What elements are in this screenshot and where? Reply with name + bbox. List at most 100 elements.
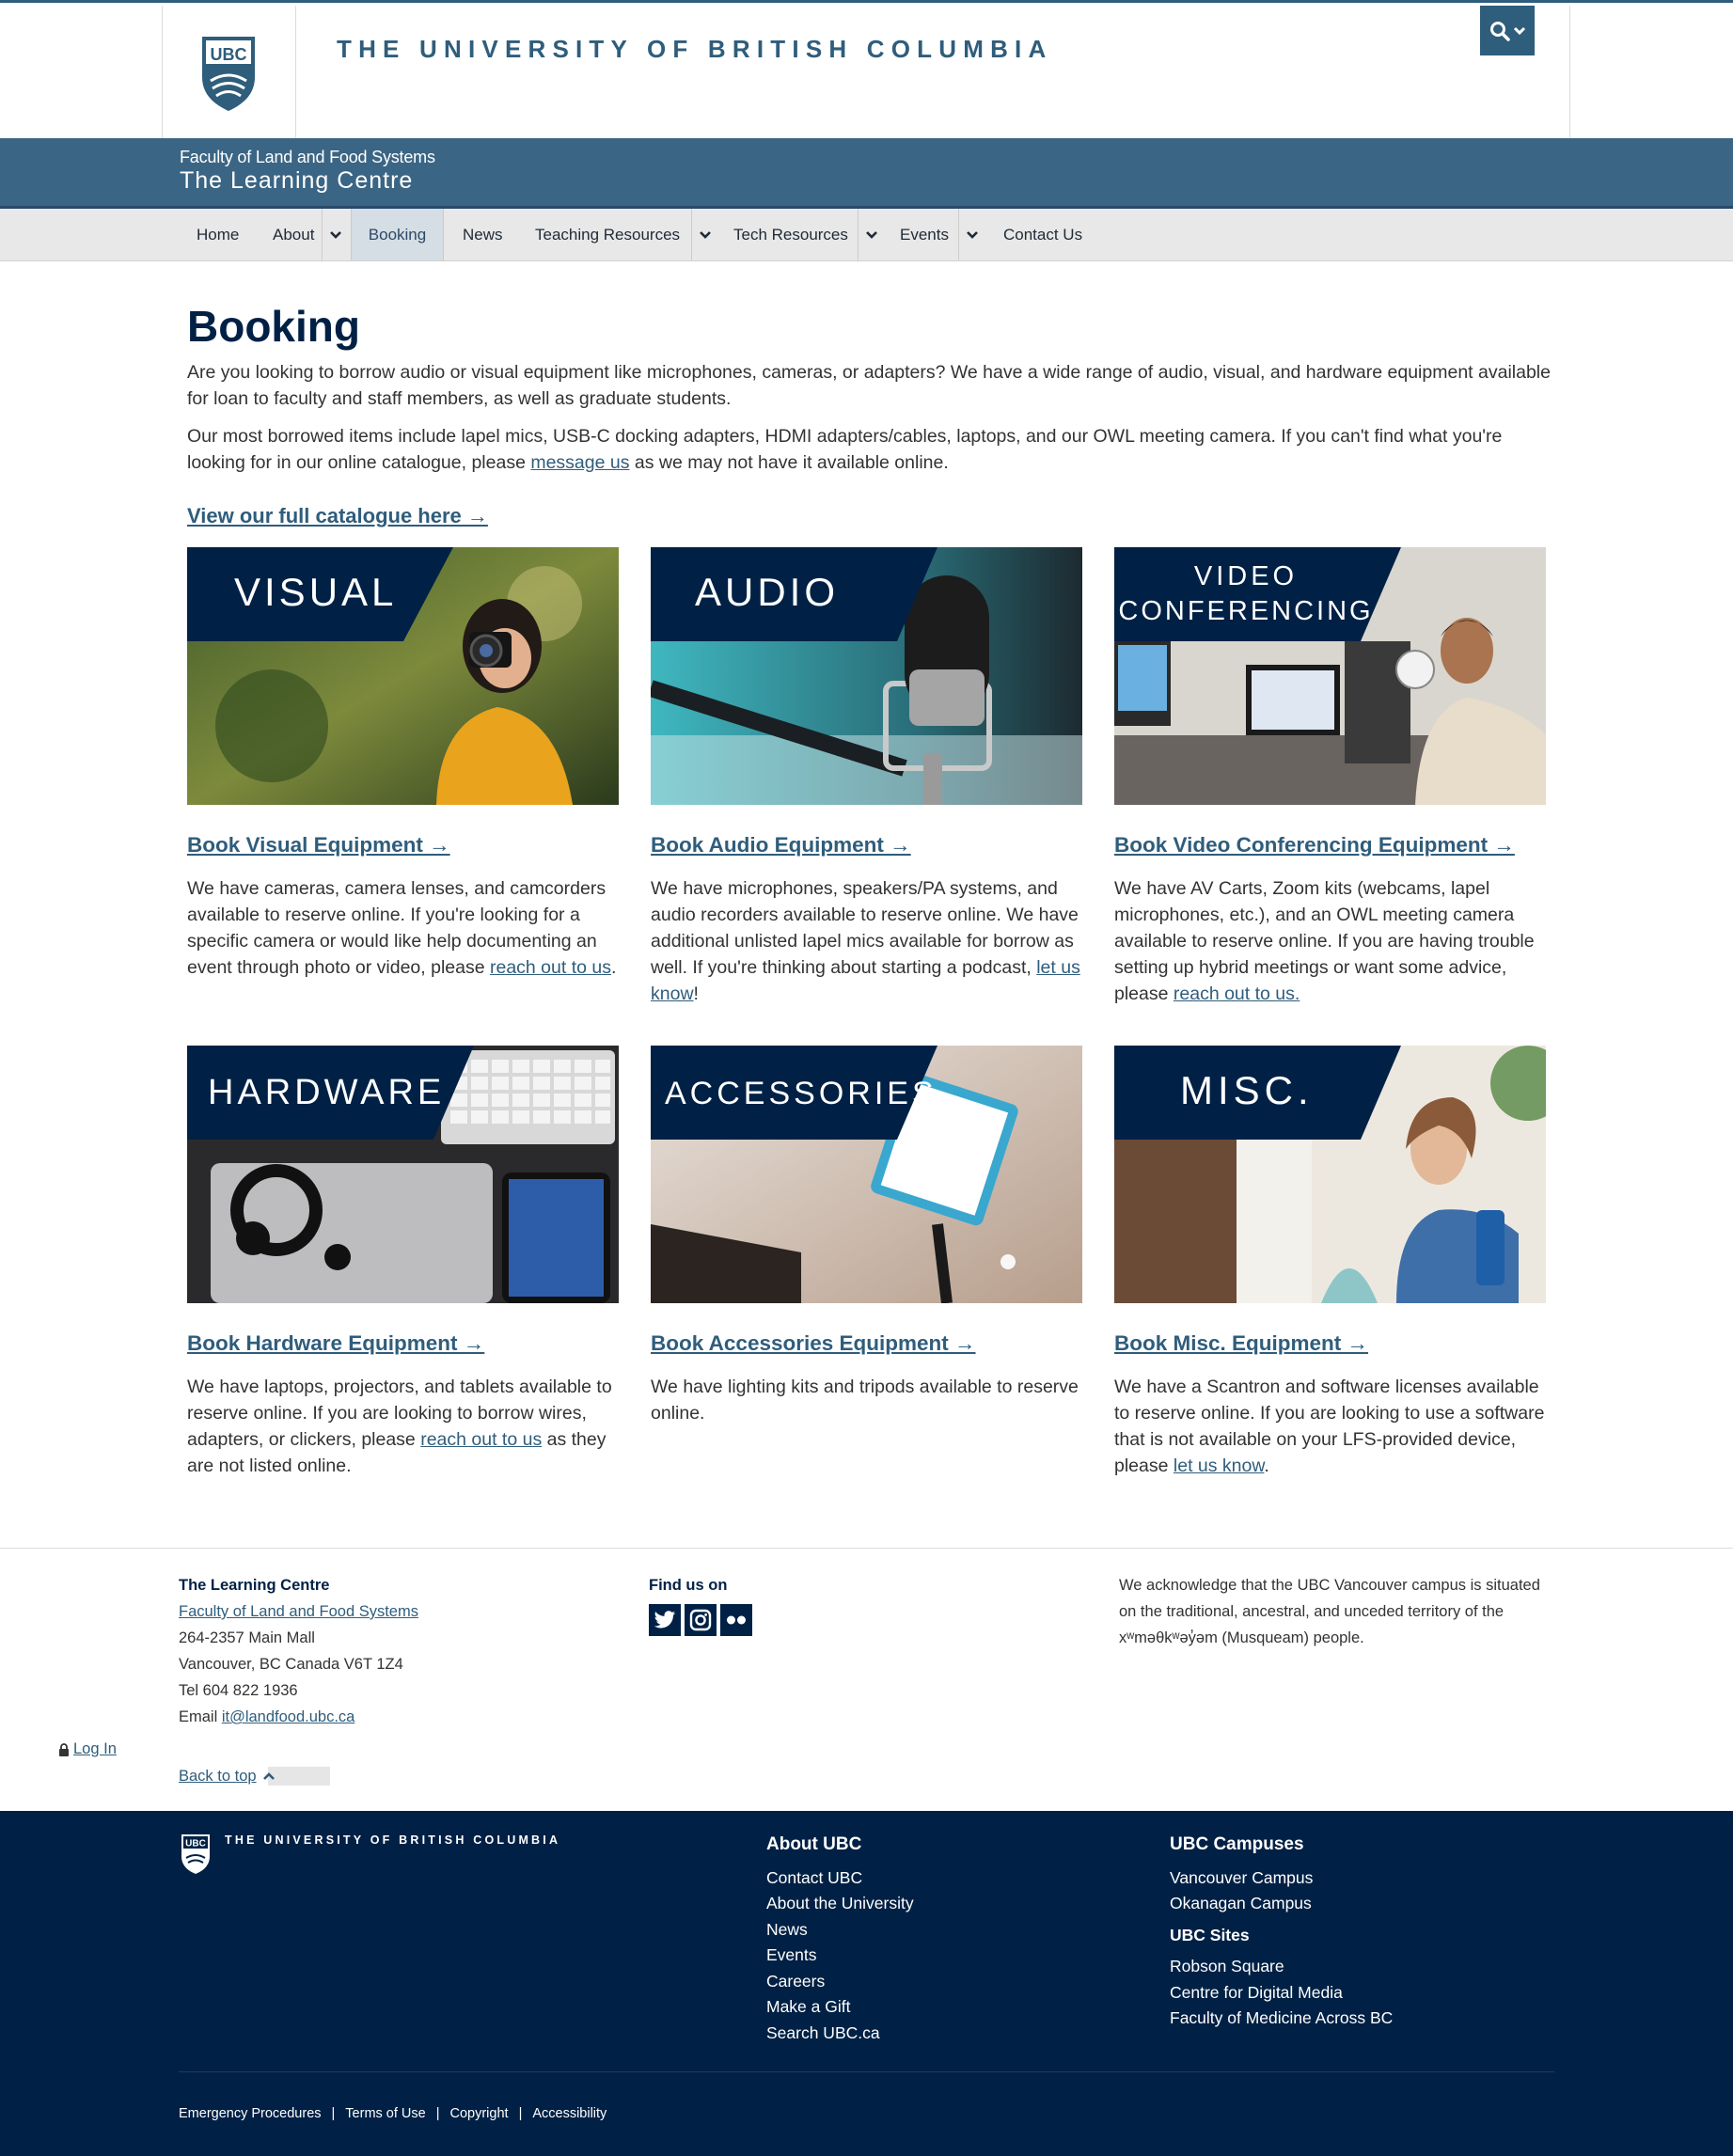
footer-link-events[interactable]: Events <box>766 1943 914 1969</box>
chevron-down-icon <box>699 230 711 239</box>
find-us-heading: Find us on <box>649 1577 728 1594</box>
ubc-global-header: UBC THE UNIVERSITY OF BRITISH COLUMBIA <box>0 0 1733 141</box>
audio-description-text: We have microphones, speakers/PA systems… <box>651 878 1079 978</box>
nav-news[interactable]: News <box>463 209 503 260</box>
instagram-icon[interactable] <box>685 1604 717 1636</box>
footer-link-contact-ubc[interactable]: Contact UBC <box>766 1865 914 1892</box>
crest-text: UBC <box>211 45 247 64</box>
search-icon <box>1489 21 1510 41</box>
hardware-image-label: HARDWARE <box>208 1073 445 1112</box>
back-to-top-link[interactable]: Back to top <box>179 1767 330 1786</box>
footer-link-centre-digital-media[interactable]: Centre for Digital Media <box>1170 1980 1393 2006</box>
footer-email-label: Email <box>179 1708 222 1725</box>
flickr-icon[interactable] <box>720 1604 752 1636</box>
borrowed-items-text-end: as we may not have it available online. <box>629 452 949 473</box>
nav-home[interactable]: Home <box>197 209 239 260</box>
ubc-crest-link[interactable]: UBC <box>162 6 296 141</box>
nav-tech-resources[interactable]: Tech Resources <box>733 209 848 260</box>
twitter-icon[interactable] <box>649 1604 681 1636</box>
footer-faculty-link[interactable]: Faculty of Land and Food Systems <box>179 1603 418 1620</box>
header-frame <box>162 6 1570 141</box>
social-links <box>649 1604 752 1636</box>
footer-link-news[interactable]: News <box>766 1917 914 1944</box>
hardware-reach-out-link[interactable]: reach out to us <box>420 1429 542 1450</box>
hardware-category-image[interactable]: HARDWARE <box>187 1046 619 1303</box>
visual-category-image[interactable]: VISUAL <box>187 547 619 805</box>
ubc-footer-crest-icon[interactable]: UBC <box>181 1833 211 1875</box>
video-image-label-line1: VIDEO <box>1194 561 1298 591</box>
land-acknowledgement: We acknowledge that the UBC Vancouver ca… <box>1119 1577 1540 1646</box>
nav-contact-us[interactable]: Contact Us <box>1003 209 1082 260</box>
terms-of-use-link[interactable]: Terms of Use <box>345 2106 425 2121</box>
nav-teaching-resources-dropdown-toggle[interactable] <box>691 209 717 260</box>
book-audio-link[interactable]: Book Audio Equipment → <box>651 833 911 858</box>
ubc-footer-wordmark[interactable]: THE UNIVERSITY OF BRITISH COLUMBIA <box>225 1833 560 1847</box>
chevron-up-icon <box>262 1772 275 1780</box>
video-reach-out-link[interactable]: reach out to us. <box>1174 984 1300 1004</box>
misc-let-us-know-link[interactable]: let us know <box>1174 1456 1264 1476</box>
contact-column: The Learning Centre Faculty of Land and … <box>179 1572 418 1730</box>
nav-events[interactable]: Events <box>900 209 949 260</box>
footer-link-robson-square[interactable]: Robson Square <box>1170 1954 1393 1980</box>
video-conferencing-illustration: VIDEO CONFERENCING <box>1114 547 1546 805</box>
visual-illustration: VISUAL <box>187 547 619 805</box>
chevron-down-icon <box>1513 26 1525 35</box>
footer-link-make-a-gift[interactable]: Make a Gift <box>766 1994 914 2021</box>
login-link[interactable]: Log In <box>58 1740 117 1758</box>
visual-reach-out-link[interactable]: reach out to us <box>490 957 611 978</box>
video-conferencing-category-image[interactable]: VIDEO CONFERENCING <box>1114 547 1546 805</box>
footer-address-line-1: 264-2357 Main Mall <box>179 1629 315 1646</box>
book-accessories-link[interactable]: Book Accessories Equipment → <box>651 1331 976 1356</box>
video-conferencing-description: We have AV Carts, Zoom kits (webcams, la… <box>1114 875 1549 1007</box>
accessibility-link[interactable]: Accessibility <box>532 2106 607 2121</box>
about-ubc-heading: About UBC <box>766 1834 862 1854</box>
misc-image-label: MISC. <box>1180 1068 1314 1112</box>
footer-email-link[interactable]: it@landfood.ubc.ca <box>222 1708 355 1725</box>
book-visual-link[interactable]: Book Visual Equipment → <box>187 833 450 858</box>
audio-category-image[interactable]: AUDIO <box>651 547 1082 805</box>
footer-link-faculty-medicine[interactable]: Faculty of Medicine Across BC <box>1170 2006 1393 2032</box>
footer-link-okanagan-campus[interactable]: Okanagan Campus <box>1170 1891 1393 1917</box>
book-hardware-link[interactable]: Book Hardware Equipment → <box>187 1331 484 1356</box>
search-toggle-button[interactable] <box>1480 6 1535 55</box>
login-label: Log In <box>73 1740 117 1757</box>
back-to-top-label: Back to top <box>179 1767 257 1785</box>
about-ubc-column: About UBC Contact UBC About the Universi… <box>766 1832 914 2046</box>
audio-illustration: AUDIO <box>651 547 1082 805</box>
ubc-crest-icon: UBC <box>202 37 255 111</box>
book-video-conferencing-link[interactable]: Book Video Conferencing Equipment → <box>1114 833 1515 858</box>
emergency-procedures-link[interactable]: Emergency Procedures <box>179 2106 322 2121</box>
nav-tech-resources-dropdown-toggle[interactable] <box>858 209 884 260</box>
footer-link-vancouver-campus[interactable]: Vancouver Campus <box>1170 1865 1393 1892</box>
legal-separator: | <box>331 2106 336 2121</box>
legal-separator: | <box>518 2106 523 2121</box>
unit-faculty-name[interactable]: Faculty of Land and Food Systems <box>180 148 435 167</box>
ubc-wordmark[interactable]: THE UNIVERSITY OF BRITISH COLUMBIA <box>337 35 1052 64</box>
nav-teaching-resources[interactable]: Teaching Resources <box>535 209 680 260</box>
nav-about[interactable]: About <box>273 209 314 260</box>
misc-illustration: MISC. <box>1114 1046 1546 1303</box>
ubc-global-footer: UBC THE UNIVERSITY OF BRITISH COLUMBIA A… <box>0 1811 1733 2156</box>
footer-link-careers[interactable]: Careers <box>766 1969 914 1995</box>
accessories-category-image[interactable]: ACCESSORIES <box>651 1046 1082 1303</box>
social-column: Find us on <box>649 1572 752 1636</box>
footer-link-about-university[interactable]: About the University <box>766 1891 914 1917</box>
nav-booking[interactable]: Booking <box>351 209 444 260</box>
misc-description-end: . <box>1264 1456 1269 1476</box>
intro-paragraph: Are you looking to borrow audio or visua… <box>187 362 1551 409</box>
footer-crest-text: UBC <box>185 1839 206 1849</box>
hardware-description: We have laptops, projectors, and tablets… <box>187 1374 622 1479</box>
main-navigation: Home About Booking News Teaching Resourc… <box>0 209 1733 261</box>
footer-link-search-ubc[interactable]: Search UBC.ca <box>766 2021 914 2047</box>
legal-separator: | <box>435 2106 440 2121</box>
nav-about-dropdown-toggle[interactable] <box>322 209 348 260</box>
full-catalogue-link[interactable]: View our full catalogue here → <box>187 504 488 528</box>
accessories-illustration: ACCESSORIES <box>651 1046 1082 1303</box>
nav-events-dropdown-toggle[interactable] <box>958 209 985 260</box>
unit-name[interactable]: The Learning Centre <box>180 167 413 195</box>
copyright-link[interactable]: Copyright <box>450 2106 509 2121</box>
message-us-link[interactable]: message us <box>530 452 629 473</box>
book-misc-link[interactable]: Book Misc. Equipment → <box>1114 1331 1368 1356</box>
visual-description-end: . <box>610 957 617 978</box>
misc-category-image[interactable]: MISC. <box>1114 1046 1546 1303</box>
